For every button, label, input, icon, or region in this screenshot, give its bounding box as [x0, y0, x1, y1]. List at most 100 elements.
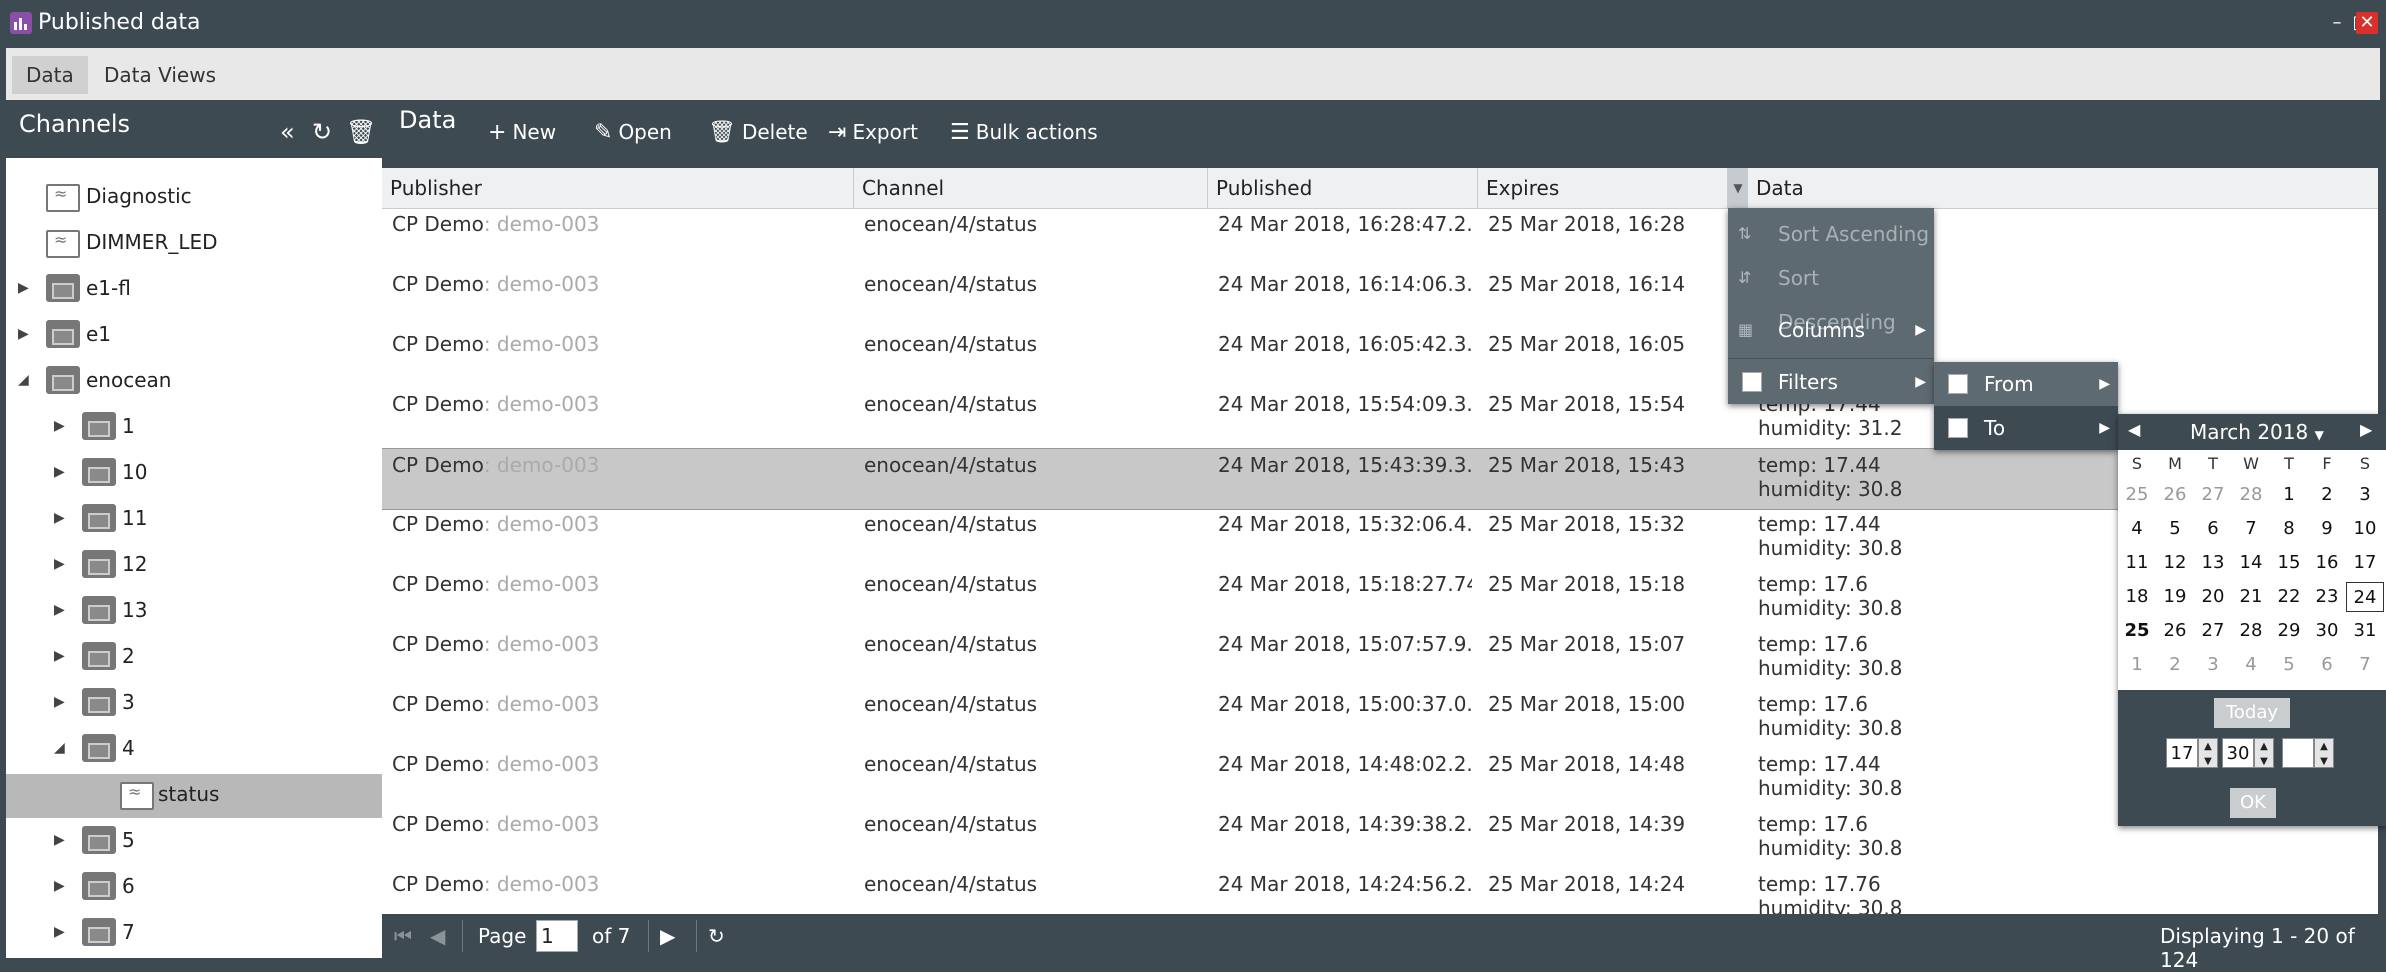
calendar-day[interactable]: 9	[2308, 514, 2346, 544]
calendar-day[interactable]: 16	[2308, 548, 2346, 578]
tree-item-status[interactable]: status	[6, 774, 382, 818]
menu-item-filters[interactable]: Filters ▶	[1728, 360, 1934, 404]
tab-data[interactable]: Data	[12, 56, 88, 94]
hour-stepper[interactable]: ▲ ▼	[2198, 738, 2218, 768]
minimize-icon[interactable]: –	[2326, 12, 2348, 34]
table-row[interactable]: CP Demo: demo-003 enocean/4/status 24 Ma…	[382, 748, 2378, 808]
second-stepper[interactable]: ▲ ▼	[2314, 738, 2334, 768]
expand-arrow-icon[interactable]: ▶	[54, 510, 65, 526]
expand-arrow-icon[interactable]: ▶	[54, 694, 65, 710]
tree-item-7[interactable]: ▶ 7	[6, 912, 382, 956]
hour-field[interactable]: 17	[2166, 738, 2198, 768]
tree-item-e1[interactable]: ▶ e1	[6, 314, 382, 358]
from-checkbox[interactable]	[1948, 374, 1968, 394]
table-row[interactable]: CP Demo: demo-003 enocean/4/status 24 Ma…	[382, 508, 2378, 568]
calendar-day[interactable]: 23	[2308, 582, 2346, 612]
column-header-published[interactable]: Published	[1208, 168, 1478, 208]
calendar-day[interactable]: 4	[2232, 650, 2270, 680]
table-row[interactable]: CP Demo: demo-003 enocean/4/status 24 Ma…	[382, 628, 2378, 688]
calendar-day[interactable]: 31	[2346, 616, 2384, 646]
tree-item-2[interactable]: ▶ 2	[6, 636, 382, 680]
table-row[interactable]: CP Demo: demo-003 enocean/4/status 24 Ma…	[382, 688, 2378, 748]
table-row[interactable]: CP Demo: demo-003 enocean/4/status 24 Ma…	[382, 268, 2378, 328]
expand-arrow-icon[interactable]: ▶	[54, 648, 65, 664]
calendar-day[interactable]: 5	[2270, 650, 2308, 680]
calendar-day[interactable]: 10	[2346, 514, 2384, 544]
expand-arrow-icon[interactable]: ▶	[54, 418, 65, 434]
table-row-selected[interactable]: CP Demo: demo-003 enocean/4/status 24 Ma…	[382, 448, 2378, 510]
tree-item-3[interactable]: ▶ 3	[6, 682, 382, 726]
calendar-day[interactable]: 21	[2232, 582, 2270, 612]
minute-field[interactable]: 30	[2222, 738, 2254, 768]
calendar-day[interactable]: 20	[2194, 582, 2232, 612]
tree-item-13[interactable]: ▶ 13	[6, 590, 382, 634]
calendar-day[interactable]: 12	[2156, 548, 2194, 578]
calendar-day[interactable]: 17	[2346, 548, 2384, 578]
next-page-icon[interactable]: ▶	[660, 924, 675, 948]
ok-button[interactable]: OK	[2230, 788, 2276, 818]
tree-item-e1-fl[interactable]: ▶ e1-fl	[6, 268, 382, 312]
tab-data-views[interactable]: Data Views	[90, 56, 230, 94]
expand-arrow-icon[interactable]: ▶	[18, 280, 29, 296]
table-row[interactable]: CP Demo: demo-003 enocean/4/status 24 Ma…	[382, 868, 2378, 914]
calendar-day[interactable]: 27	[2194, 616, 2232, 646]
expand-arrow-icon[interactable]: ▶	[54, 602, 65, 618]
calendar-day[interactable]: 5	[2156, 514, 2194, 544]
tree-item-11[interactable]: ▶ 11	[6, 498, 382, 542]
menu-item-from[interactable]: From ▶	[1934, 362, 2118, 406]
calendar-day[interactable]: 27	[2194, 480, 2232, 510]
calendar-day[interactable]: 11	[2118, 548, 2156, 578]
calendar-day[interactable]: 4	[2118, 514, 2156, 544]
trash-icon[interactable]: 🗑	[346, 118, 376, 146]
tree-item-enocean[interactable]: ◢ enocean	[6, 360, 382, 404]
calendar-day[interactable]: 3	[2194, 650, 2232, 680]
calendar-day[interactable]: 28	[2232, 616, 2270, 646]
prev-month-icon[interactable]: ◀	[2128, 420, 2140, 439]
refresh-icon[interactable]: ↻	[708, 924, 725, 948]
tree-item-dimmer-led[interactable]: DIMMER_LED	[6, 222, 382, 266]
month-selector[interactable]: March 2018 ▼	[2190, 420, 2324, 444]
refresh-icon[interactable]: ↻	[312, 118, 332, 146]
expand-arrow-icon[interactable]: ▶	[54, 464, 65, 480]
calendar-day[interactable]: 6	[2194, 514, 2232, 544]
calendar-day[interactable]: 25	[2118, 480, 2156, 510]
calendar-day[interactable]: 7	[2232, 514, 2270, 544]
calendar-day[interactable]: 29	[2270, 616, 2308, 646]
filters-checkbox[interactable]	[1742, 372, 1762, 392]
calendar-day[interactable]: 3	[2346, 480, 2384, 510]
prev-page-icon[interactable]: ◀	[430, 924, 445, 948]
today-button[interactable]: Today	[2214, 698, 2290, 728]
calendar-day[interactable]: 14	[2232, 548, 2270, 578]
calendar-day[interactable]: 2	[2308, 480, 2346, 510]
close-icon[interactable]: ✕	[2356, 12, 2378, 34]
calendar-day[interactable]: 6	[2308, 650, 2346, 680]
expand-arrow-icon[interactable]: ▶	[54, 556, 65, 572]
calendar-day[interactable]: 1	[2118, 650, 2156, 680]
table-row[interactable]: CP Demo: demo-003 enocean/4/status 24 Ma…	[382, 568, 2378, 628]
to-checkbox[interactable]	[1948, 418, 1968, 438]
column-header-expires[interactable]: Expires	[1478, 168, 1728, 208]
tree-item-6[interactable]: ▶ 6	[6, 866, 382, 910]
menu-item-sort-descending[interactable]: ⇵ Sort Descending	[1728, 256, 1934, 334]
column-menu-trigger-icon[interactable]: ▼	[1728, 168, 1748, 208]
collapse-arrow-icon[interactable]: ◢	[18, 372, 29, 388]
calendar-day[interactable]: 28	[2232, 480, 2270, 510]
first-page-icon[interactable]: ⏮	[394, 924, 412, 948]
tree-item-1[interactable]: ▶ 1	[6, 406, 382, 450]
tree-item-5[interactable]: ▶ 5	[6, 820, 382, 864]
column-header-publisher[interactable]: Publisher	[382, 168, 854, 208]
menu-item-columns[interactable]: ▦ Columns ▶	[1728, 308, 1934, 352]
column-header-channel[interactable]: Channel	[854, 168, 1208, 208]
tree-item-12[interactable]: ▶ 12	[6, 544, 382, 588]
tree-item-diagnostic[interactable]: Diagnostic	[6, 176, 382, 220]
page-number-input[interactable]	[536, 920, 578, 952]
calendar-day[interactable]: 26	[2156, 480, 2194, 510]
calendar-day[interactable]: 15	[2270, 548, 2308, 578]
minute-stepper[interactable]: ▲ ▼	[2254, 738, 2274, 768]
calendar-day[interactable]: 19	[2156, 582, 2194, 612]
calendar-day[interactable]: 18	[2118, 582, 2156, 612]
calendar-day[interactable]: 22	[2270, 582, 2308, 612]
collapse-icon[interactable]: «	[280, 118, 295, 146]
menu-item-sort-ascending[interactable]: ⇅ Sort Ascending	[1728, 212, 1934, 256]
new-button[interactable]: + New	[488, 120, 556, 145]
